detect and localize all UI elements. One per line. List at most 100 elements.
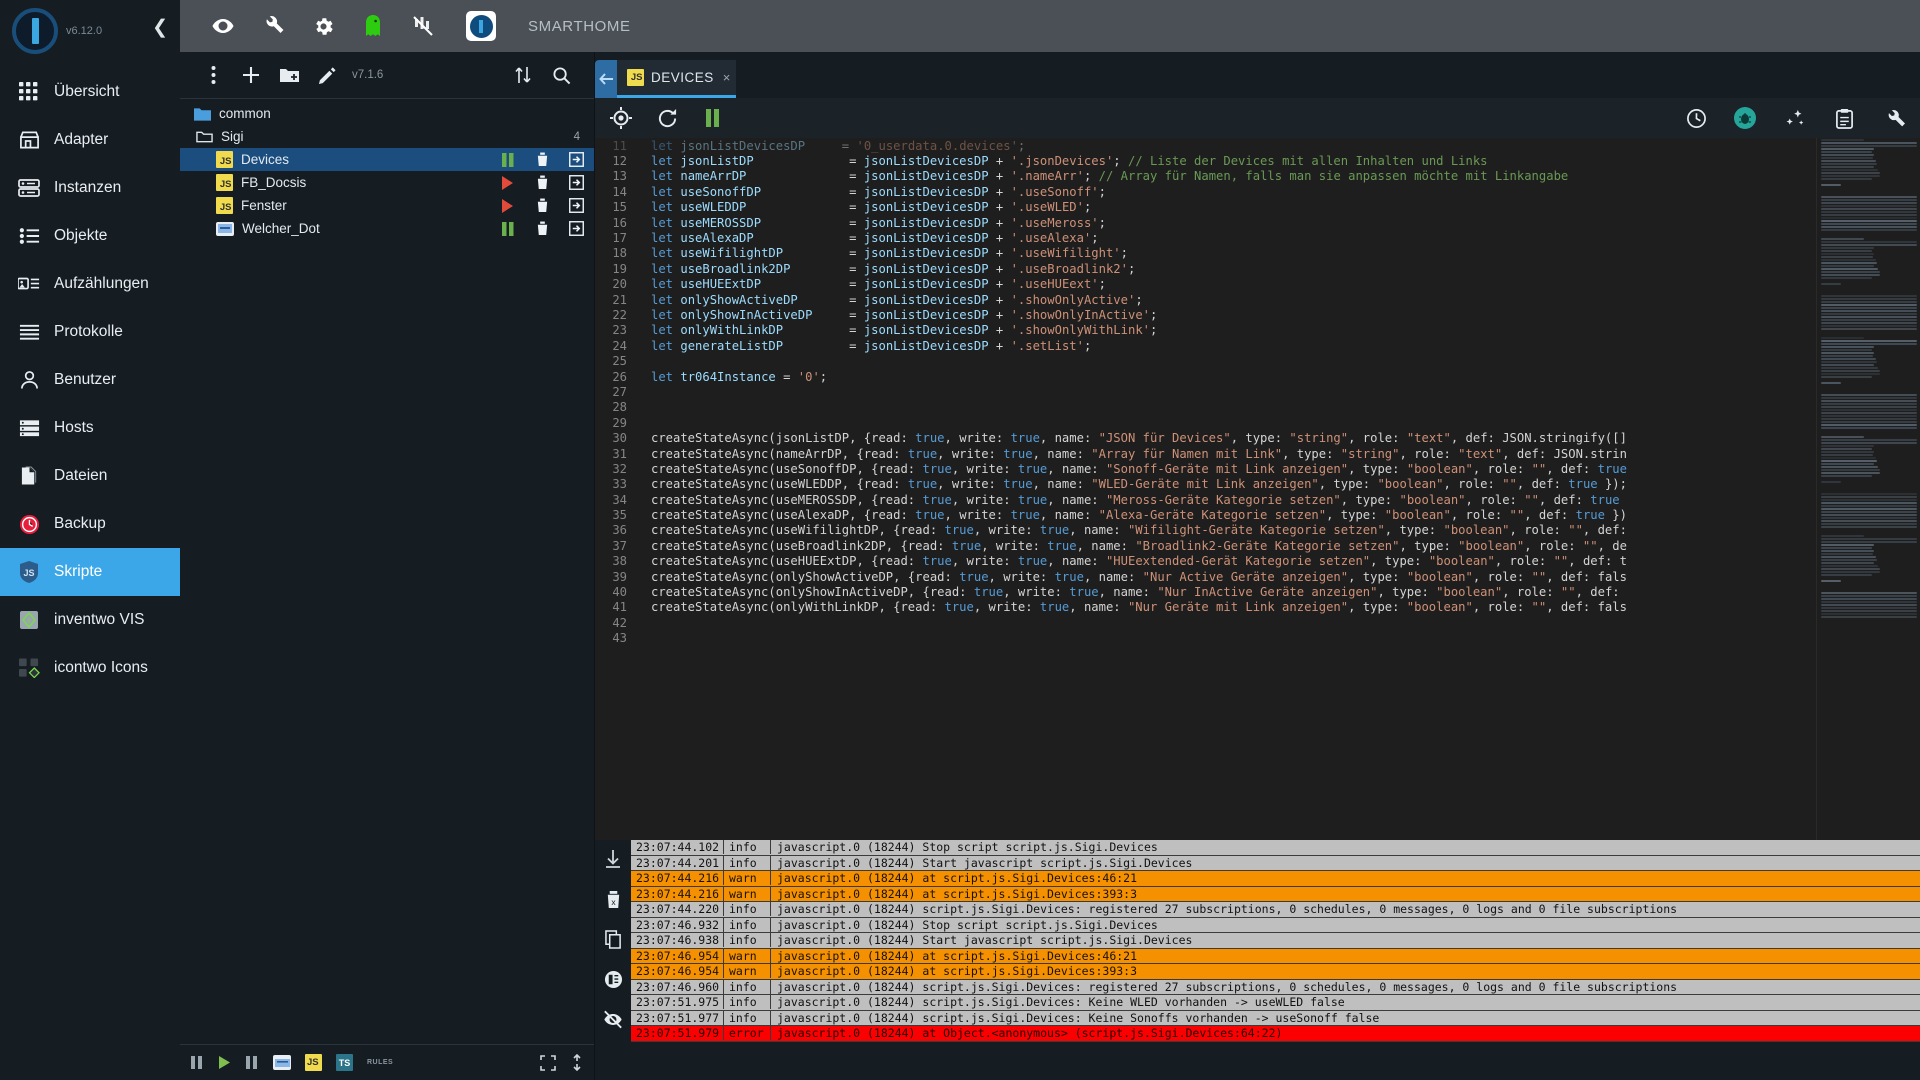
minimap-line bbox=[1821, 313, 1917, 315]
history-clock-icon[interactable] bbox=[1684, 106, 1708, 130]
log-row[interactable]: 23:07:44.216 warn javascript.0 (18244) at … bbox=[631, 886, 1920, 902]
js-filter-icon[interactable]: JS bbox=[305, 1054, 322, 1071]
blockly-file-icon bbox=[216, 221, 234, 236]
collapse-icon[interactable] bbox=[570, 1054, 584, 1071]
minimap-line bbox=[1821, 448, 1872, 450]
log-row[interactable]: 23:07:51.977 info javascript.0 (18244) scr… bbox=[631, 1010, 1920, 1026]
pencil-icon[interactable] bbox=[308, 58, 346, 92]
search-icon[interactable] bbox=[542, 58, 580, 92]
code-editor[interactable]: 11 let jsonListDevicesDP = '0_userdata.0.… bbox=[595, 138, 1920, 840]
clipboard-icon[interactable] bbox=[1832, 106, 1856, 130]
export-icon[interactable] bbox=[568, 198, 584, 214]
log-row[interactable]: 23:07:44.216 warn javascript.0 (18244) at … bbox=[631, 871, 1920, 887]
debug-bug-icon[interactable] bbox=[1734, 107, 1756, 129]
ghost-icon[interactable] bbox=[360, 13, 386, 39]
tree-script-row[interactable]: Welcher_Dot bbox=[180, 217, 594, 240]
line-code: createStateAsync(useAlexaDP, {read: true… bbox=[651, 508, 1627, 523]
log-row[interactable]: 23:07:46.960 info javascript.0 (18244) scr… bbox=[631, 979, 1920, 995]
instances-icon bbox=[18, 177, 40, 199]
export-icon[interactable] bbox=[568, 175, 584, 191]
sort-arrows-icon[interactable] bbox=[504, 58, 542, 92]
new-folder-icon[interactable] bbox=[270, 58, 308, 92]
sidebar-item-backup[interactable]: Backup bbox=[0, 500, 180, 548]
log-message: javascript.0 (18244) at Object.<anonymou… bbox=[777, 1026, 1283, 1041]
line-number: 11 bbox=[612, 138, 627, 153]
export-icon[interactable] bbox=[568, 152, 584, 168]
kebab-menu-icon[interactable] bbox=[194, 58, 232, 92]
tree-folder-row[interactable]: common bbox=[180, 102, 594, 125]
tree-script-row[interactable]: JS Devices bbox=[180, 148, 594, 171]
layout-icon[interactable] bbox=[602, 968, 624, 990]
log-row[interactable]: 23:07:44.201 info javascript.0 (18244) Sta… bbox=[631, 855, 1920, 871]
clear-log-icon[interactable]: x bbox=[602, 888, 624, 910]
export-icon[interactable] bbox=[568, 221, 584, 237]
ts-filter-icon[interactable]: TS bbox=[336, 1054, 353, 1071]
sidebar-item-objekte[interactable]: Objekte bbox=[0, 212, 180, 260]
sidebar-item-benutzer[interactable]: Benutzer bbox=[0, 356, 180, 404]
sidebar-item-aufz-hlungen[interactable]: Aufzählungen bbox=[0, 260, 180, 308]
expand-icon[interactable] bbox=[540, 1054, 556, 1071]
sidebar-item-icontwo-icons[interactable]: icontwo Icons bbox=[0, 644, 180, 692]
log-row[interactable]: 23:07:51.979 error javascript.0 (18244) at… bbox=[631, 1026, 1920, 1042]
log-severity: info bbox=[723, 979, 771, 994]
locate-icon[interactable] bbox=[609, 106, 633, 130]
sidebar-item-label: Protokolle bbox=[54, 323, 123, 340]
sidebar-item-inventwo-vis[interactable]: i inventwo VIS bbox=[0, 596, 180, 644]
pause-icon[interactable] bbox=[500, 152, 516, 168]
tree-folder-row[interactable]: Sigi 4 bbox=[180, 125, 594, 148]
wrench-icon[interactable] bbox=[260, 13, 286, 39]
editor-panel: JS DEVICES × 11 let jsonListDevicesDP = … bbox=[595, 52, 1920, 1080]
magic-wand-icon[interactable] bbox=[1782, 106, 1806, 130]
chevron-left-icon[interactable]: ❮ bbox=[152, 18, 168, 37]
eye-icon[interactable] bbox=[210, 13, 236, 39]
pause-icon[interactable] bbox=[701, 106, 725, 130]
sidebar-item-hosts[interactable]: Hosts bbox=[0, 404, 180, 452]
log-row[interactable]: 23:07:51.975 info javascript.0 (18244) scr… bbox=[631, 995, 1920, 1011]
plus-icon[interactable] bbox=[232, 58, 270, 92]
rules-filter-icon[interactable]: RULES bbox=[367, 1059, 393, 1066]
copy-icon[interactable] bbox=[602, 928, 624, 950]
log-row[interactable]: 23:07:46.932 info javascript.0 (18244) Sto… bbox=[631, 917, 1920, 933]
no-sync-icon[interactable] bbox=[410, 13, 436, 39]
arrow-left-icon[interactable] bbox=[595, 60, 617, 98]
sidebar-item-adapter[interactable]: Adapter bbox=[0, 116, 180, 164]
delete-icon[interactable] bbox=[534, 152, 550, 168]
delete-icon[interactable] bbox=[534, 221, 550, 237]
log-list[interactable]: 23:07:44.102 info javascript.0 (18244) Sto… bbox=[631, 840, 1920, 1080]
code-minimap[interactable] bbox=[1816, 138, 1920, 840]
settings-wrench-icon[interactable] bbox=[1882, 106, 1906, 130]
blockly-filter-icon[interactable] bbox=[273, 1055, 291, 1070]
sidebar-item-instanzen[interactable]: Instanzen bbox=[0, 164, 180, 212]
log-row[interactable]: 23:07:46.954 warn javascript.0 (18244) at … bbox=[631, 964, 1920, 980]
play-icon[interactable] bbox=[500, 198, 516, 214]
sidebar-item-protokolle[interactable]: Protokolle bbox=[0, 308, 180, 356]
close-icon[interactable]: × bbox=[723, 70, 731, 85]
log-row[interactable]: 23:07:46.954 warn javascript.0 (18244) at … bbox=[631, 948, 1920, 964]
hide-eye-icon[interactable] bbox=[602, 1008, 624, 1030]
pause-all-icon[interactable] bbox=[190, 1055, 204, 1070]
code-line: 23 let onlyWithLinkDP = jsonListDevicesDP… bbox=[595, 323, 1816, 338]
delete-icon[interactable] bbox=[534, 175, 550, 191]
tree-script-row[interactable]: JS FB_Docsis bbox=[180, 171, 594, 194]
sidebar-item--bersicht[interactable]: Übersicht bbox=[0, 68, 180, 116]
play-all-icon[interactable] bbox=[218, 1055, 231, 1070]
log-row[interactable]: 23:07:46.938 info javascript.0 (18244) Sta… bbox=[631, 933, 1920, 949]
tab-devices[interactable]: JS DEVICES × bbox=[617, 60, 737, 98]
play-icon[interactable] bbox=[500, 175, 516, 191]
code-scroll-region[interactable]: 11 let jsonListDevicesDP = '0_userdata.0.… bbox=[595, 138, 1816, 840]
sidebar-item-dateien[interactable]: Dateien bbox=[0, 452, 180, 500]
log-row[interactable]: 23:07:44.220 info javascript.0 (18244) scr… bbox=[631, 902, 1920, 918]
line-code: createStateAsync(jsonListDP, {read: true… bbox=[651, 431, 1627, 446]
tree-script-row[interactable]: JS Fenster bbox=[180, 194, 594, 217]
pause-icon[interactable] bbox=[500, 221, 516, 237]
line-code: let generateListDP = jsonListDevicesDP +… bbox=[651, 338, 1092, 353]
delete-icon[interactable] bbox=[534, 198, 550, 214]
scroll-to-bottom-icon[interactable] bbox=[602, 848, 624, 870]
sidebar-item-skripte[interactable]: JS Skripte bbox=[0, 548, 180, 596]
pause-filter-icon[interactable] bbox=[245, 1055, 259, 1070]
code-line: 25 bbox=[595, 353, 1816, 368]
gear-icon[interactable] bbox=[310, 13, 336, 39]
restart-icon[interactable] bbox=[655, 106, 679, 130]
code-line: 24 let generateListDP = jsonListDevicesDP… bbox=[595, 338, 1816, 353]
log-row[interactable]: 23:07:44.102 info javascript.0 (18244) Sto… bbox=[631, 840, 1920, 856]
